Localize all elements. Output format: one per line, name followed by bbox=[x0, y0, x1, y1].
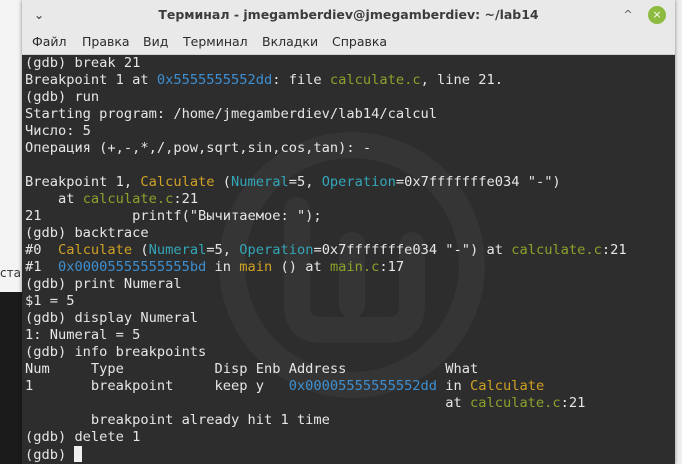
terminal-line: Num Type Disp Enb Address What bbox=[25, 361, 627, 378]
terminal-line: (gdb) info breakpoints bbox=[25, 344, 627, 361]
terminal-window: ⌄ Терминал - jmegamberdiev@jmegamberdiev… bbox=[22, 0, 675, 464]
terminal-text: (gdb) info breakpoints bbox=[25, 344, 207, 360]
terminal-text: in bbox=[437, 378, 471, 394]
terminal-text: (gdb) print Numeral bbox=[25, 276, 182, 292]
terminal-line: (gdb) backtrace bbox=[25, 225, 627, 242]
terminal-text: ( bbox=[132, 242, 149, 258]
menu-bar: Файл Правка Вид Терминал Вкладки Справка bbox=[22, 31, 675, 55]
terminal-line: Breakpoint 1, Calculate (Numeral=5, Oper… bbox=[25, 174, 627, 191]
desktop: ста ⌄ Терминал - jmegamberdiev@jmegamber… bbox=[0, 0, 682, 464]
terminal-text: at bbox=[25, 395, 470, 411]
terminal-line: Операция (+,-,*,/,pow,sqrt,sin,cos,tan):… bbox=[25, 140, 627, 157]
menu-file[interactable]: Файл bbox=[32, 34, 67, 49]
terminal-file-text: calculate.c bbox=[82, 191, 174, 207]
terminal-text: (gdb) display Numeral bbox=[25, 310, 199, 326]
background-window-dark-area bbox=[0, 292, 22, 464]
terminal-text: (gdb) backtrace bbox=[25, 225, 149, 241]
menu-edit[interactable]: Правка bbox=[82, 34, 130, 49]
terminal-text: #0 bbox=[25, 242, 58, 258]
terminal-line: (gdb) delete 1 bbox=[25, 429, 627, 446]
close-icon[interactable]: × bbox=[648, 6, 666, 24]
terminal-text: Breakpoint 1 at bbox=[25, 72, 157, 88]
terminal-line: Breakpoint 1 at 0x5555555552dd: file cal… bbox=[25, 72, 627, 89]
terminal-text: Num Type Disp Enb Address What bbox=[25, 361, 479, 377]
terminal-line: 1 breakpoint keep y 0x00005555555552dd i… bbox=[25, 378, 627, 395]
terminal-text: #1 bbox=[25, 259, 58, 275]
terminal-func-text: Calculate bbox=[140, 174, 215, 190]
terminal-line: #0 Calculate (Numeral=5, Operation=0x7ff… bbox=[25, 242, 627, 259]
menu-terminal[interactable]: Терминал bbox=[183, 34, 248, 49]
menu-view[interactable]: Вид bbox=[143, 34, 168, 49]
terminal-text: =5, bbox=[288, 174, 322, 190]
terminal-line: Число: 5 bbox=[25, 123, 627, 140]
terminal-func-text: Calculate bbox=[57, 242, 133, 258]
terminal-line: (gdb) print Numeral bbox=[25, 276, 627, 293]
terminal-text: Число: 5 bbox=[25, 123, 91, 139]
terminal-text: in bbox=[206, 259, 240, 275]
terminal-line: (gdb) break 21 bbox=[25, 55, 627, 72]
terminal-file-text: calculate.c bbox=[329, 72, 421, 88]
terminal-line: 1: Numeral = 5 bbox=[25, 327, 627, 344]
terminal-line: (gdb) bbox=[25, 446, 627, 463]
terminal-par-text: Numeral bbox=[148, 242, 207, 258]
maximize-icon[interactable]: ^ bbox=[619, 6, 637, 24]
terminal-text: :21 bbox=[560, 395, 586, 411]
terminal-text: breakpoint already hit 1 time bbox=[25, 412, 330, 428]
terminal-par-text: Numeral bbox=[231, 174, 289, 190]
background-window-right bbox=[675, 0, 682, 464]
terminal-lines: (gdb) break 21 Breakpoint 1 at 0x55555555… bbox=[25, 55, 627, 463]
terminal-text: Операция (+,-,*,/,pow,sqrt,sin,cos,tan):… bbox=[25, 140, 372, 156]
terminal-line: breakpoint already hit 1 time bbox=[25, 412, 627, 429]
terminal-text: ( bbox=[214, 174, 232, 190]
terminal-line: at calculate.c:21 bbox=[25, 395, 627, 412]
terminal-text: (gdb) delete 1 bbox=[25, 429, 141, 445]
terminal-par-text: Operation bbox=[321, 174, 396, 190]
terminal-text: () at bbox=[272, 259, 330, 275]
terminal-text: =0x7fffffffe034 "-") bbox=[395, 174, 561, 190]
terminal-text: Breakpoint 1, bbox=[25, 174, 141, 190]
window-title: Терминал - jmegamberdiev@jmegamberdiev: … bbox=[158, 7, 539, 22]
terminal-text: =5, bbox=[206, 242, 240, 258]
terminal-file-text: calculate.c bbox=[511, 242, 602, 258]
terminal-text: , line 21. bbox=[420, 72, 503, 88]
terminal-text: =0x7fffffffe034 "-") at bbox=[313, 242, 512, 258]
terminal-text: (gdb) bbox=[25, 447, 75, 463]
background-window-text: ста bbox=[0, 266, 21, 280]
terminal-func-text: Calculate bbox=[470, 378, 545, 394]
terminal-addr-text: 0x5555555552dd bbox=[156, 72, 273, 88]
terminal-text: 1: Numeral = 5 bbox=[25, 327, 141, 343]
terminal-text: :17 bbox=[379, 259, 405, 275]
terminal-line: $1 = 5 bbox=[25, 293, 627, 310]
terminal-file-text: calculate.c bbox=[470, 395, 561, 411]
terminal-text: $1 = 5 bbox=[25, 293, 75, 309]
terminal-line: 21 printf("Вычитаемое: "); bbox=[25, 208, 627, 225]
terminal-cursor bbox=[74, 446, 83, 462]
menu-tabs[interactable]: Вкладки bbox=[262, 34, 318, 49]
terminal-line: at calculate.c:21 bbox=[25, 191, 627, 208]
terminal-line: #1 0x00005555555555bd in main () at main… bbox=[25, 259, 627, 276]
title-bar[interactable]: ⌄ Терминал - jmegamberdiev@jmegamberdiev… bbox=[22, 0, 675, 31]
terminal-line: (gdb) display Numeral bbox=[25, 310, 627, 327]
terminal-text: 1 breakpoint keep y bbox=[25, 378, 289, 394]
menu-help[interactable]: Справка bbox=[332, 34, 387, 49]
terminal-text: : file bbox=[272, 72, 330, 88]
terminal-text: 21 printf("Вычитаемое: "); bbox=[25, 208, 322, 224]
terminal-text: :21 bbox=[601, 242, 627, 258]
terminal-file-text: main.c bbox=[329, 259, 380, 275]
terminal-addr-text: 0x00005555555552dd bbox=[288, 378, 438, 394]
terminal-text: (gdb) run bbox=[25, 89, 100, 105]
terminal-func-text: main bbox=[239, 259, 273, 275]
terminal-line: (gdb) run bbox=[25, 89, 627, 106]
terminal-line: Starting program: /home/jmegamberdiev/la… bbox=[25, 106, 627, 123]
terminal-text: :21 bbox=[173, 191, 199, 207]
terminal-output[interactable]: (gdb) break 21 Breakpoint 1 at 0x55555555… bbox=[22, 55, 675, 464]
terminal-text: (gdb) break 21 bbox=[25, 55, 141, 71]
terminal-text: at bbox=[25, 191, 83, 207]
terminal-text: Starting program: /home/jmegamberdiev/la… bbox=[25, 106, 438, 122]
terminal-addr-text: 0x00005555555555bd bbox=[57, 259, 207, 275]
terminal-par-text: Operation bbox=[239, 242, 314, 258]
